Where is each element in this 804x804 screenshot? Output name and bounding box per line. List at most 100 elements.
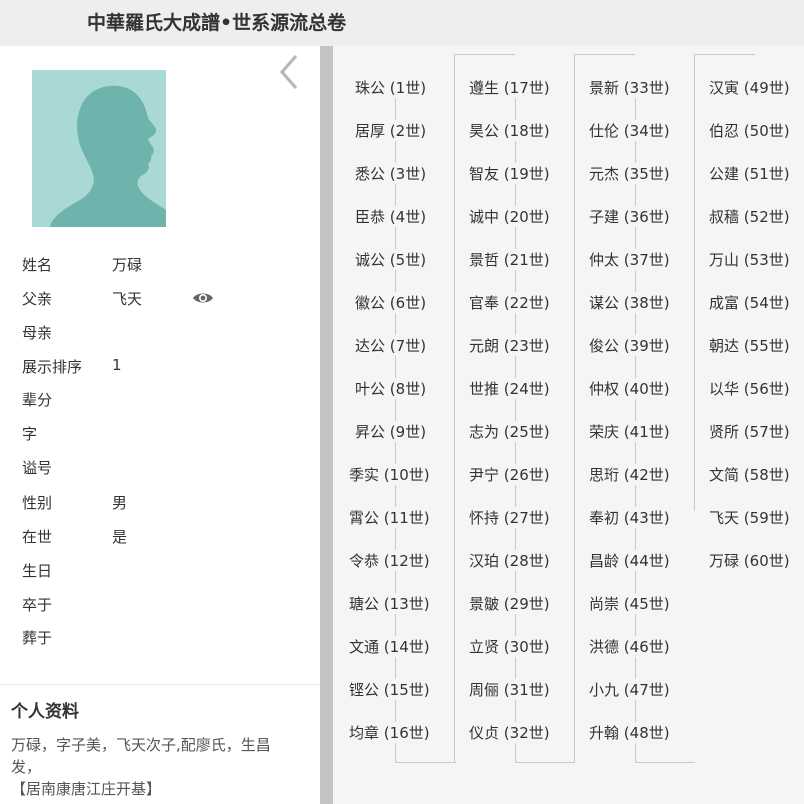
generation-item[interactable]: 官奉 (22世) <box>467 292 552 313</box>
generation-number: (52世) <box>743 208 790 226</box>
generation-item[interactable]: 世推 (24世) <box>467 378 552 399</box>
generation-item[interactable]: 谋公 (38世) <box>587 292 672 313</box>
generation-item[interactable]: 叶公 (8世) <box>353 378 429 399</box>
generation-item[interactable]: 尚崇 (45世) <box>587 593 672 614</box>
generation-item[interactable]: 霄公 (11世) <box>347 507 432 528</box>
generation-name: 诚公 <box>355 251 386 269</box>
generation-item[interactable]: 文简 (58世) <box>707 464 792 485</box>
generation-item[interactable]: 诚公 (5世) <box>353 249 429 270</box>
generation-item[interactable]: 万山 (53世) <box>707 249 792 270</box>
generation-item[interactable]: 叔穑 (52世) <box>707 206 792 227</box>
generation-item[interactable]: 尹宁 (26世) <box>467 464 552 485</box>
generation-number: (46世) <box>623 638 670 656</box>
generation-item[interactable]: 仲权 (40世) <box>587 378 672 399</box>
generation-item[interactable]: 景哲 (21世) <box>467 249 552 270</box>
generation-item[interactable]: 昊公 (18世) <box>467 120 552 141</box>
generation-number: (6世) <box>389 294 427 312</box>
generation-item[interactable]: 万碌 (60世) <box>707 550 792 571</box>
chevron-left-icon[interactable] <box>274 52 304 92</box>
generation-item[interactable]: 珠公 (1世) <box>353 77 429 98</box>
generation-name: 仲太 <box>589 251 620 269</box>
generation-item[interactable]: 昌龄 (44世) <box>587 550 672 571</box>
generation-item[interactable]: 俊公 (39世) <box>587 335 672 356</box>
generation-name: 升翰 <box>589 724 620 742</box>
generation-item[interactable]: 荣庆 (41世) <box>587 421 672 442</box>
generation-item[interactable]: 悉公 (3世) <box>353 163 429 184</box>
generation-number: (41世) <box>623 423 670 441</box>
generation-name: 官奉 <box>469 294 500 312</box>
generation-item[interactable]: 遵生 (17世) <box>467 77 552 98</box>
generation-item[interactable]: 以华 (56世) <box>707 378 792 399</box>
profile-field-value: 1 <box>112 356 122 374</box>
profile-field-label: 生日 <box>22 562 53 580</box>
profile-field-value: 是 <box>112 528 128 546</box>
generation-number: (5世) <box>389 251 427 269</box>
generation-item[interactable]: 公建 (51世) <box>707 163 792 184</box>
generation-item[interactable]: 达公 (7世) <box>353 335 429 356</box>
generation-item[interactable]: 元杰 (35世) <box>587 163 672 184</box>
profile-field-label: 葬于 <box>22 629 53 647</box>
generation-number: (9世) <box>389 423 427 441</box>
generation-number: (8世) <box>389 380 427 398</box>
generation-item[interactable]: 文通 (14世) <box>347 636 432 657</box>
generation-number: (19世) <box>503 165 550 183</box>
generation-item[interactable]: 周俪 (31世) <box>467 679 552 700</box>
generation-item[interactable]: 景新 (33世) <box>587 77 672 98</box>
generation-item[interactable]: 小九 (47世) <box>587 679 672 700</box>
generation-item[interactable]: 立贤 (30世) <box>467 636 552 657</box>
generation-item[interactable]: 居厚 (2世) <box>353 120 429 141</box>
generation-item[interactable]: 朝达 (55世) <box>707 335 792 356</box>
generation-item[interactable]: 徽公 (6世) <box>353 292 429 313</box>
generation-item[interactable]: 汉寅 (49世) <box>707 77 792 98</box>
generation-item[interactable]: 均章 (16世) <box>347 722 432 743</box>
generation-number: (24世) <box>503 380 550 398</box>
generation-item[interactable]: 仲太 (37世) <box>587 249 672 270</box>
generation-number: (13世) <box>383 595 430 613</box>
generation-item[interactable]: 怀持 (27世) <box>467 507 552 528</box>
profile-field-label: 性别 <box>22 494 53 512</box>
generation-item[interactable]: 智友 (19世) <box>467 163 552 184</box>
generation-number: (56世) <box>743 380 790 398</box>
generation-name: 小九 <box>589 681 620 699</box>
generation-item[interactable]: 升翰 (48世) <box>587 722 672 743</box>
generation-item[interactable]: 铿公 (15世) <box>347 679 432 700</box>
generation-item[interactable]: 臣恭 (4世) <box>353 206 429 227</box>
generation-item[interactable]: 景皺 (29世) <box>467 593 552 614</box>
generation-item[interactable]: 洪德 (46世) <box>587 636 672 657</box>
generation-item[interactable]: 伯忍 (50世) <box>707 120 792 141</box>
generation-item[interactable]: 季实 (10世) <box>347 464 432 485</box>
bio-text: 万碌，字子美，飞天次子,配廖氏，生昌 发， 【居南康唐江庄开基】 <box>11 734 301 800</box>
generation-number: (14世) <box>383 638 430 656</box>
generation-item[interactable]: 昇公 (9世) <box>353 421 429 442</box>
profile-field-label: 卒于 <box>22 596 53 614</box>
generation-item[interactable]: 仪贞 (32世) <box>467 722 552 743</box>
generation-item[interactable]: 令恭 (12世) <box>347 550 432 571</box>
generation-name: 仪贞 <box>469 724 500 742</box>
generation-name: 飞天 <box>709 509 740 527</box>
generation-number: (53世) <box>743 251 790 269</box>
generation-name: 达公 <box>355 337 386 355</box>
generation-item[interactable]: 贤所 (57世) <box>707 421 792 442</box>
generation-name: 世推 <box>469 380 500 398</box>
generation-name: 万山 <box>709 251 740 269</box>
generation-item[interactable]: 奉初 (43世) <box>587 507 672 528</box>
eye-icon[interactable] <box>192 290 214 306</box>
generation-item[interactable]: 瑭公 (13世) <box>347 593 432 614</box>
generation-name: 季实 <box>349 466 380 484</box>
generation-item[interactable]: 成富 (54世) <box>707 292 792 313</box>
generation-item[interactable]: 思珩 (42世) <box>587 464 672 485</box>
generation-item[interactable]: 仕伦 (34世) <box>587 120 672 141</box>
personal-info-title: 个人资料 <box>11 702 79 722</box>
generation-item[interactable]: 诚中 (20世) <box>467 206 552 227</box>
generation-item[interactable]: 元朗 (23世) <box>467 335 552 356</box>
generation-number: (48世) <box>623 724 670 742</box>
generation-number: (59世) <box>743 509 790 527</box>
scrollbar[interactable] <box>320 46 333 804</box>
generation-item[interactable]: 飞天 (59世) <box>707 507 792 528</box>
generation-number: (28世) <box>503 552 550 570</box>
generation-item[interactable]: 汉珀 (28世) <box>467 550 552 571</box>
generation-name: 叔穑 <box>709 208 740 226</box>
generation-item[interactable]: 子建 (36世) <box>587 206 672 227</box>
generation-item[interactable]: 志为 (25世) <box>467 421 552 442</box>
person-silhouette-icon <box>32 70 166 227</box>
